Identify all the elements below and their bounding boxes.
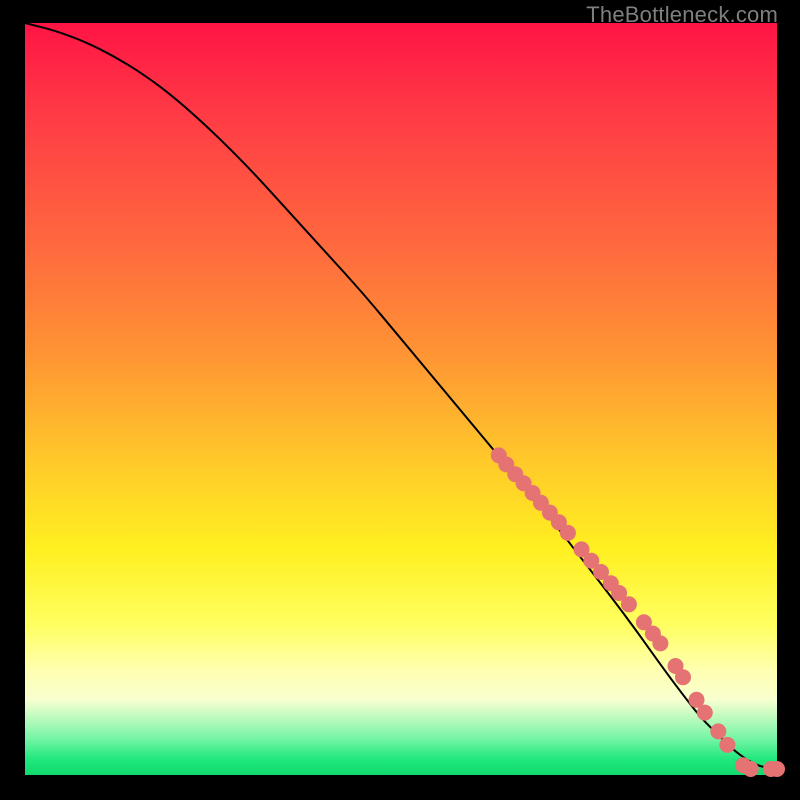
- plot-area: [25, 23, 777, 775]
- scatter-dot: [675, 669, 691, 685]
- scatter-dot: [560, 525, 576, 541]
- scatter-dot: [621, 596, 637, 612]
- scatter-dot: [769, 761, 785, 777]
- scatter-dot: [743, 761, 759, 777]
- scatter-dot: [710, 723, 726, 739]
- chart-svg: [25, 23, 777, 775]
- scatter-dot: [652, 635, 668, 651]
- chart-frame: TheBottleneck.com: [0, 0, 800, 800]
- bottleneck-curve: [25, 23, 777, 768]
- scatter-dot: [719, 737, 735, 753]
- scatter-dot: [697, 705, 713, 721]
- scatter-dots: [491, 447, 785, 777]
